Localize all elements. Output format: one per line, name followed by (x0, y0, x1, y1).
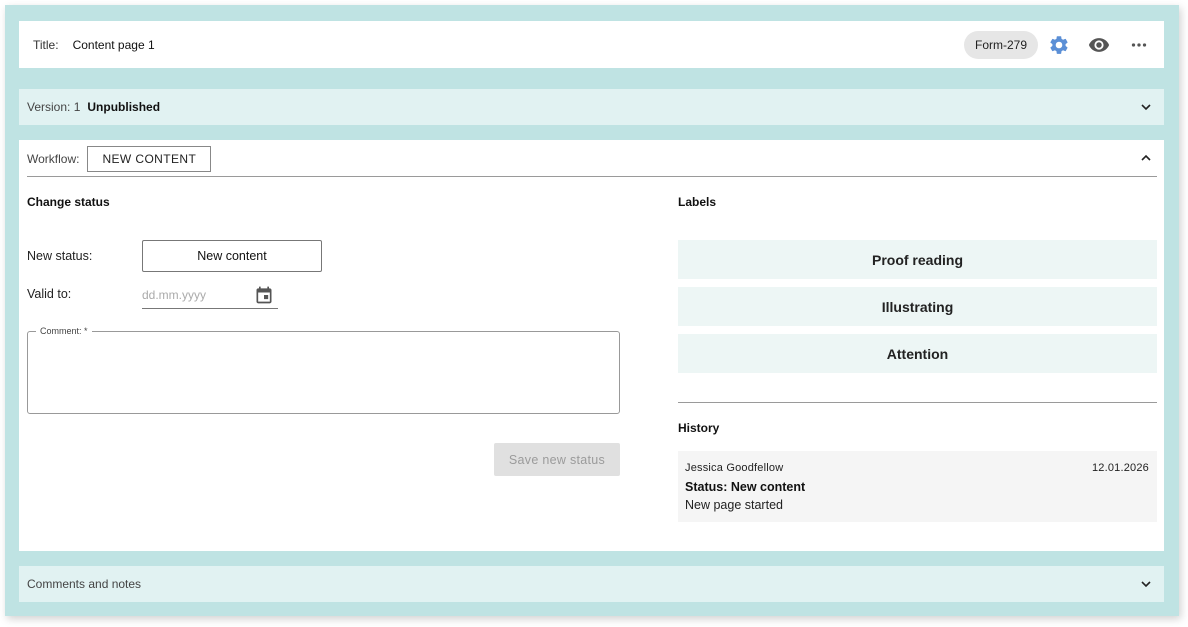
labels-title: Labels (678, 195, 717, 209)
history-title: History (678, 421, 720, 435)
gear-icon[interactable] (1048, 34, 1070, 56)
change-status-title: Change status (27, 195, 110, 209)
chevron-up-icon[interactable] (1138, 150, 1154, 166)
calendar-icon[interactable] (254, 285, 274, 305)
version-status: Unpublished (87, 100, 161, 114)
form-badge: Form-279 (963, 30, 1038, 59)
valid-to-input[interactable] (142, 288, 242, 302)
valid-to-label: Valid to: (27, 287, 72, 301)
divider (678, 402, 1157, 403)
app-frame: Title: Content page 1 Form-279 Version: … (5, 5, 1179, 616)
label-attention[interactable]: Attention (678, 334, 1157, 373)
workflow-state-chip: NEW CONTENT (87, 146, 212, 172)
version-label: Version: 1 (27, 100, 81, 114)
history-status: Status: New content (685, 480, 806, 494)
workflow-panel: Workflow: NEW CONTENT Change status New … (19, 140, 1164, 551)
comment-label: Comment: * (36, 326, 92, 336)
divider (27, 176, 1157, 177)
new-status-button[interactable]: New content (142, 240, 322, 272)
label-proof-reading[interactable]: Proof reading (678, 240, 1157, 279)
title-label: Title: (33, 37, 59, 52)
comments-notes-row[interactable]: Comments and notes (19, 566, 1164, 602)
comment-input[interactable] (28, 332, 619, 413)
version-row[interactable]: Version: 1 Unpublished (19, 89, 1164, 125)
chevron-down-icon[interactable] (1138, 99, 1154, 115)
valid-to-field (142, 284, 278, 309)
history-entry: Jessica Goodfellow 12.01.2026 Status: Ne… (678, 451, 1157, 522)
history-date: 12.01.2026 (1091, 462, 1149, 474)
history-note: New page started (685, 498, 783, 512)
workflow-label: Workflow: (27, 152, 80, 166)
comments-notes-label: Comments and notes (27, 577, 142, 591)
chevron-down-icon[interactable] (1138, 576, 1154, 592)
workflow-header: Workflow: NEW CONTENT (27, 146, 212, 172)
save-new-status-button[interactable]: Save new status (494, 443, 620, 476)
new-status-label: New status: (27, 249, 93, 263)
history-user: Jessica Goodfellow (685, 462, 784, 474)
more-icon[interactable] (1128, 34, 1150, 56)
comment-field: Comment: * (27, 326, 620, 414)
label-illustrating[interactable]: Illustrating (678, 287, 1157, 326)
eye-icon[interactable] (1088, 34, 1110, 56)
title-value: Content page 1 (72, 37, 155, 52)
title-bar: Title: Content page 1 Form-279 (19, 21, 1164, 68)
